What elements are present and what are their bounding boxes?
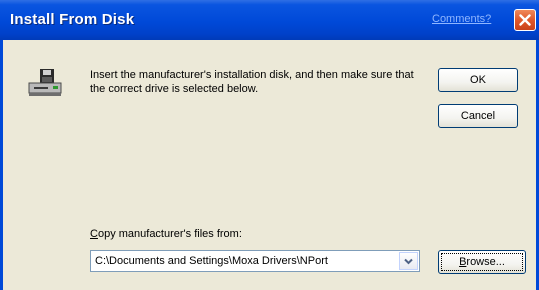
browse-label: rowse... [466,256,505,268]
window-frame-left [0,40,3,290]
path-input[interactable]: C:\Documents and Settings\Moxa Drivers\N… [95,255,395,267]
path-dropdown-button[interactable] [399,252,418,270]
browse-button[interactable]: Browse... [438,250,526,274]
floppy-disk-drive-icon [28,69,62,96]
close-icon [519,14,531,26]
copy-label-accelerator: C [90,228,98,240]
close-button[interactable] [514,9,536,31]
copy-label-text: opy manufacturer's files from: [97,228,242,240]
install-from-disk-dialog: Install From Disk Comments? Insert the m… [0,0,539,290]
instruction-text: Insert the manufacturer's installation d… [90,69,414,95]
comments-link[interactable]: Comments? [432,13,491,25]
window-title: Install From Disk [10,11,135,28]
chevron-down-icon [404,258,413,265]
cancel-button[interactable]: Cancel [438,104,518,128]
ok-button[interactable]: OK [438,68,518,92]
title-bar[interactable]: Install From Disk Comments? [0,0,539,40]
path-combobox[interactable]: C:\Documents and Settings\Moxa Drivers\N… [90,250,420,272]
copy-files-label: Copy manufacturer's files from: [90,228,242,240]
